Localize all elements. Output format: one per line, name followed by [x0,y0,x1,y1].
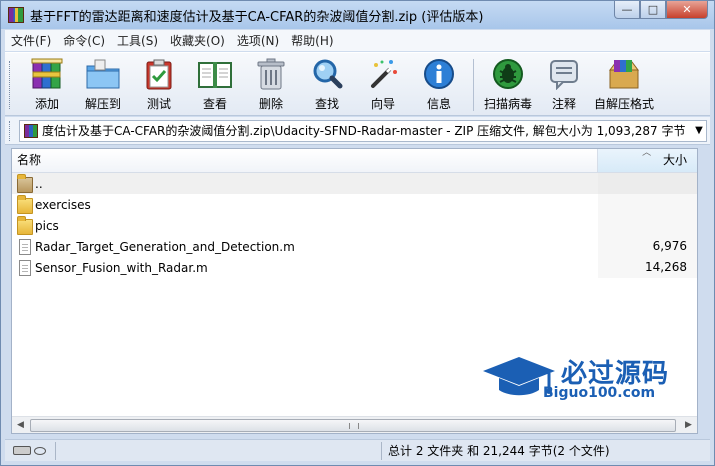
minimize-button[interactable]: — [614,1,640,19]
status-icons [5,446,55,455]
sfx-label: 自解压格式 [593,97,654,111]
toolbar-grip[interactable] [9,61,12,109]
clipboard-check-icon [141,57,177,91]
find-button[interactable]: 查找 [299,53,355,113]
wizard-button[interactable]: 向导 [355,53,411,113]
menu-favorites[interactable]: 收藏夹(O) [164,32,231,49]
view-label: 查看 [202,97,227,111]
title-bar[interactable]: 基于FFT的雷达距离和速度估计及基于CA-CFAR的杂波阈值分割.zip (评估… [1,1,714,29]
status-bar: 总计 2 文件夹 和 21,244 字节(2 个文件) [5,439,710,461]
address-grip[interactable] [9,121,12,141]
list-header: 名称 ︿ 大小 [12,149,697,173]
status-selection [55,441,381,460]
comment-button[interactable]: 注释 [536,53,592,113]
item-size [598,194,697,215]
item-name: pics [35,218,59,233]
menu-bar: 文件(F) 命令(C) 工具(S) 收藏夹(O) 选项(N) 帮助(H) [5,30,710,51]
menu-help[interactable]: 帮助(H) [285,32,339,49]
window-title: 基于FFT的雷达距离和速度估计及基于CA-CFAR的杂波阈值分割.zip (评估… [30,9,484,25]
magnifier-icon [309,57,345,91]
winrar-window: 基于FFT的雷达距离和速度估计及基于CA-CFAR的杂波阈值分割.zip (评估… [0,0,715,466]
add-button[interactable]: 添加 [19,53,75,113]
menu-command[interactable]: 命令(C) [57,32,111,49]
drive-icon[interactable] [13,446,31,455]
address-bar: 度估计及基于CA-CFAR的杂波阈值分割.zip\Udacity-SFND-Ra… [5,117,710,145]
folder-icon [17,216,33,235]
file-icon [19,259,31,276]
address-field[interactable]: 度估计及基于CA-CFAR的杂波阈值分割.zip\Udacity-SFND-Ra… [19,119,707,142]
list-item-sensor-fusion[interactable]: Sensor_Fusion_with_Radar.m 14,268 [12,257,697,278]
folder-icon [17,195,33,214]
comment-icon [546,57,582,91]
extract-to-button[interactable]: 解压到 [75,53,131,113]
test-button[interactable]: 测试 [131,53,187,113]
window-controls: — □ ✕ [614,1,708,19]
folder-up-icon [17,174,33,193]
list-item-parent[interactable]: .. [12,173,697,194]
magic-wand-icon [365,57,401,91]
scroll-track[interactable] [29,418,680,433]
find-label: 查找 [314,97,339,111]
watermark: 必过源码 Biguo100.com [479,351,689,407]
item-size [598,215,697,236]
item-size [598,173,697,194]
horizontal-scrollbar[interactable]: ◀ ▶ [12,416,697,433]
item-size: 14,268 [598,257,697,278]
delete-label: 删除 [258,97,283,111]
toolbar-separator [473,59,474,111]
scroll-right-icon[interactable]: ▶ [680,417,697,433]
comment-label: 注释 [551,97,576,111]
file-icon [19,238,31,255]
winrar-app-icon[interactable] [8,7,24,23]
sfx-box-icon [606,57,642,91]
info-icon [421,57,457,91]
info-button[interactable]: 信息 [411,53,467,113]
column-name[interactable]: 名称 [12,149,599,172]
open-book-icon [197,57,233,91]
maximize-button[interactable]: □ [640,1,666,19]
scroll-left-icon[interactable]: ◀ [12,417,29,433]
test-label: 测试 [146,97,171,111]
item-name: Radar_Target_Generation_and_Detection.m [35,239,295,254]
chevron-down-icon[interactable]: ▼ [692,125,706,136]
folder-extract-icon [85,57,121,91]
add-label: 添加 [34,97,59,111]
archive-icon [24,123,38,138]
list-item-radar-target[interactable]: Radar_Target_Generation_and_Detection.m … [12,236,697,257]
view-button[interactable]: 查看 [187,53,243,113]
scroll-thumb[interactable] [30,418,676,432]
list-item-pics[interactable]: pics [12,215,697,236]
menu-options[interactable]: 选项(N) [231,32,285,49]
item-name: exercises [35,197,91,212]
info-label: 信息 [426,97,451,111]
books-add-icon [29,57,65,91]
list-item-exercises[interactable]: exercises [12,194,697,215]
watermark-site: Biguo100.com [543,385,656,401]
close-button[interactable]: ✕ [666,1,708,19]
menu-tools[interactable]: 工具(S) [111,32,164,49]
bug-scan-icon [490,57,526,91]
address-path: 度估计及基于CA-CFAR的杂波阈值分割.zip\Udacity-SFND-Ra… [42,124,686,138]
column-size-label: 大小 [662,153,687,167]
scan-virus-button[interactable]: 扫描病毒 [480,53,536,113]
key-icon[interactable] [34,446,46,455]
trash-icon [253,57,289,91]
scan-virus-label: 扫描病毒 [483,97,532,111]
wizard-label: 向导 [370,97,395,111]
menu-file[interactable]: 文件(F) [5,32,57,49]
toolbar: 添加 解压到 测试 查看 删除 查找 向导 信息 扫描病毒 注释 自解压格式 [5,52,710,116]
item-name: .. [35,176,43,191]
sort-up-icon: ︿ [642,148,652,158]
sfx-button[interactable]: 自解压格式 [592,53,656,113]
extract-to-label: 解压到 [84,97,121,111]
item-name: Sensor_Fusion_with_Radar.m [35,260,208,275]
item-size: 6,976 [598,236,697,257]
status-summary: 总计 2 文件夹 和 21,244 字节(2 个文件) [381,441,710,460]
column-size[interactable]: ︿ 大小 [598,149,697,172]
delete-button[interactable]: 删除 [243,53,299,113]
